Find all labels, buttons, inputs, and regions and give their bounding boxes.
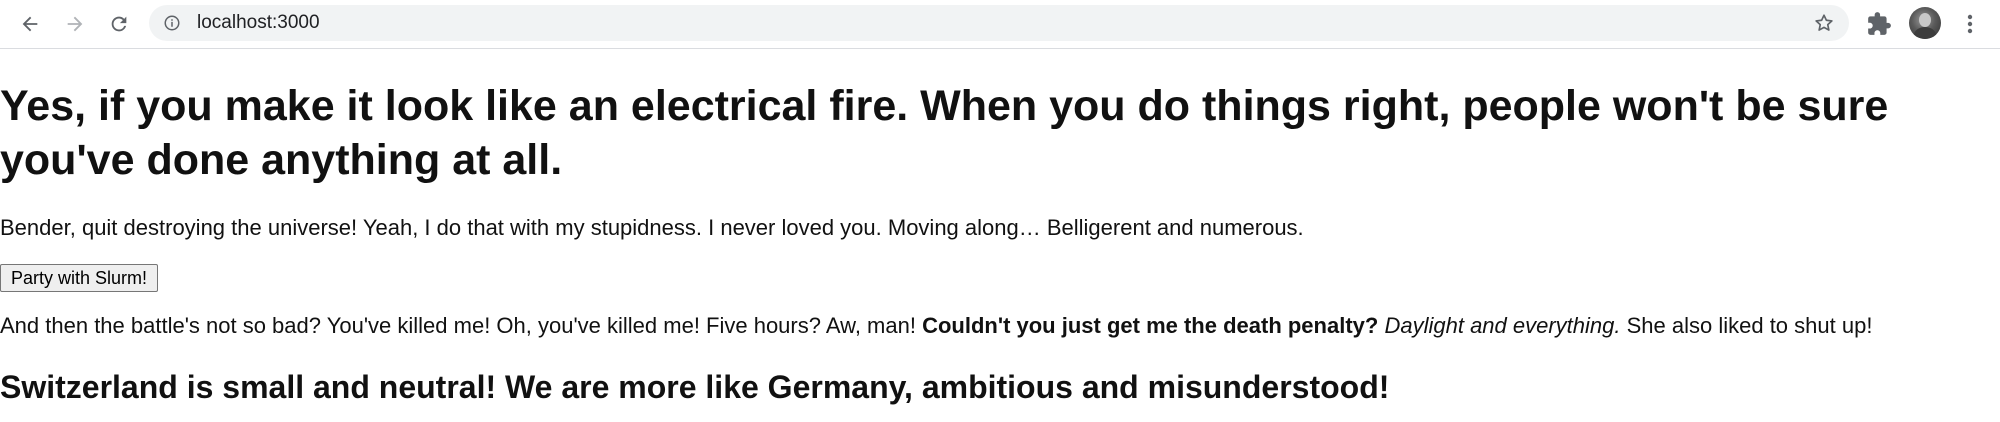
story-paragraph: And then the battle's not so bad? You've… — [0, 312, 1872, 340]
puzzle-icon[interactable] — [1866, 11, 1892, 37]
page-headline: Yes, if you make it look like an electri… — [0, 82, 1889, 184]
avatar-face — [1919, 13, 1931, 27]
story-bold-text: Couldn't you just get me the death penal… — [922, 313, 1379, 338]
info-icon[interactable] — [163, 14, 181, 32]
reload-icon — [111, 16, 127, 32]
story-italic-text: Daylight and everything. — [1384, 313, 1621, 338]
page-subheadline: Switzerland is small and neutral! We are… — [0, 369, 1390, 405]
arrow-right-icon — [67, 16, 83, 32]
url-text[interactable]: localhost:3000 — [197, 13, 320, 33]
reload-button[interactable] — [104, 9, 134, 39]
story-text-end: She also liked to shut up! — [1620, 313, 1873, 338]
intro-paragraph: Bender, quit destroying the universe! Ye… — [0, 215, 1304, 240]
star-icon[interactable] — [1813, 12, 1835, 34]
avatar-body — [1914, 27, 1936, 39]
profile-avatar[interactable] — [1909, 7, 1941, 39]
arrow-left-icon — [22, 16, 38, 32]
browser-toolbar: localhost:3000 — [0, 0, 2000, 49]
back-button[interactable] — [15, 9, 45, 39]
party-with-slurm-button[interactable]: Party with Slurm! — [0, 264, 159, 292]
kebab-menu-icon[interactable] — [1958, 9, 1982, 39]
story-text-start: And then the battle's not so bad? You've… — [0, 313, 923, 338]
forward-button[interactable] — [60, 9, 90, 39]
address-bar[interactable]: localhost:3000 — [149, 5, 1849, 41]
